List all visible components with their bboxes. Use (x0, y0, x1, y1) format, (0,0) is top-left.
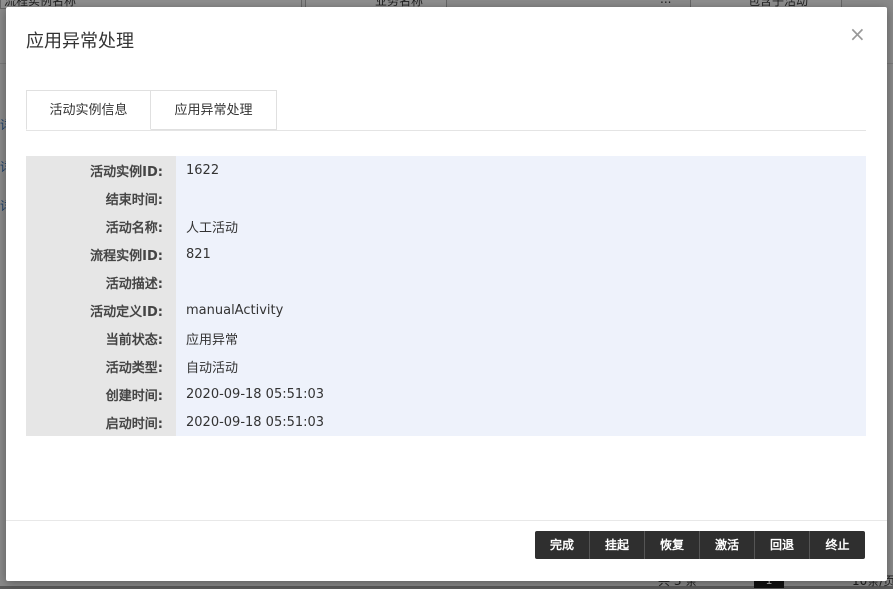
field-label: 结束时间: (26, 184, 176, 212)
field-value: 2020-09-18 05:51:03 (186, 414, 325, 430)
field-label: 活动实例ID: (26, 156, 176, 184)
info-row: 活动类型: 自动活动 (26, 352, 866, 380)
suspend-button[interactable]: 挂起 (590, 531, 645, 559)
field-value (176, 268, 866, 296)
info-row: 活动实例ID: 1622 (26, 156, 866, 184)
info-row: 结束时间: (26, 184, 866, 212)
info-row: 活动定义ID: manualActivity (26, 296, 866, 324)
info-row: 创建时间: 2020-09-18 05:51:03 (26, 380, 866, 408)
info-row: 流程实例ID: 821 (26, 240, 866, 268)
info-row: 活动描述: (26, 268, 866, 296)
dialog-title: 应用异常处理 (26, 31, 134, 52)
rollback-button[interactable]: 回退 (755, 531, 810, 559)
field-value: 1622 (186, 162, 220, 178)
field-value: 自动活动 (186, 360, 239, 376)
terminate-button[interactable]: 终止 (810, 531, 865, 559)
tab-exception-handling[interactable]: 应用异常处理 (151, 90, 277, 130)
field-label: 活动描述: (26, 268, 176, 296)
activate-button[interactable]: 激活 (700, 531, 755, 559)
field-value: 821 (186, 246, 211, 262)
exception-dialog: 应用异常处理 × 活动实例信息 应用异常处理 活动实例ID: 1622 结束时间… (6, 7, 887, 581)
field-label: 启动时间: (26, 408, 176, 436)
info-row: 当前状态: 应用异常 (26, 324, 866, 352)
complete-button[interactable]: 完成 (535, 531, 590, 559)
action-button-group: 完成 挂起 恢复 激活 回退 终止 (535, 531, 865, 559)
info-row: 启动时间: 2020-09-18 05:51:03 (26, 408, 866, 436)
field-value: 应用异常 (186, 332, 239, 348)
info-row: 活动名称: 人工活动 (26, 212, 866, 240)
dialog-tabs: 活动实例信息 应用异常处理 (26, 90, 866, 131)
close-icon[interactable]: × (849, 24, 866, 44)
field-value: 人工活动 (186, 220, 239, 236)
field-label: 流程实例ID: (26, 240, 176, 268)
activity-info-table: 活动实例ID: 1622 结束时间: 活动名称: 人工活动 流程实例ID: 82… (26, 156, 866, 436)
tab-activity-instance-info[interactable]: 活动实例信息 (26, 90, 151, 130)
field-label: 活动类型: (26, 352, 176, 380)
field-label: 活动名称: (26, 212, 176, 240)
field-value: manualActivity (186, 302, 284, 318)
field-label: 当前状态: (26, 324, 176, 352)
field-label: 创建时间: (26, 380, 176, 408)
field-value (176, 184, 866, 212)
bg-header-text: ... (660, 0, 671, 6)
field-value: 2020-09-18 05:51:03 (186, 386, 325, 402)
resume-button[interactable]: 恢复 (645, 531, 700, 559)
footer-divider (6, 520, 887, 521)
field-label: 活动定义ID: (26, 296, 176, 324)
